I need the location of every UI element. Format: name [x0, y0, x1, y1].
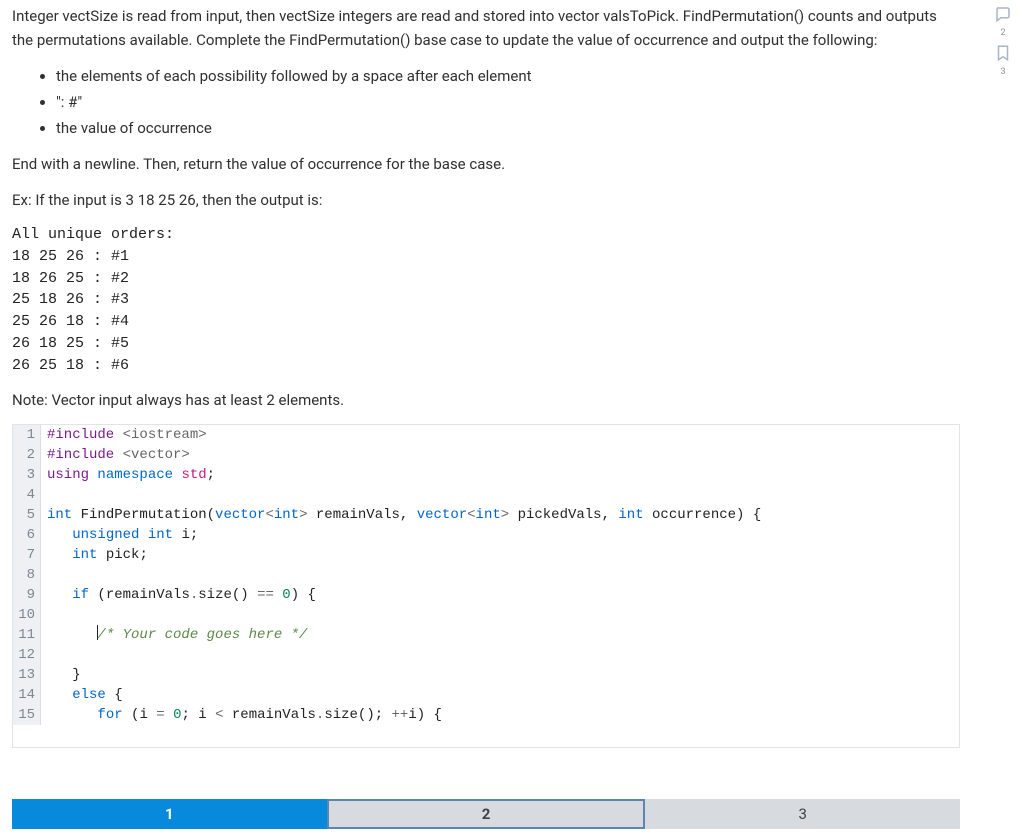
- code-line[interactable]: unsigned int i;: [41, 525, 959, 545]
- bullet-2: ": #": [56, 90, 960, 114]
- line-number: 3: [13, 465, 41, 485]
- pager: 1 2 3: [12, 799, 960, 829]
- code-line[interactable]: [41, 645, 959, 665]
- line-number: 10: [13, 605, 41, 625]
- code-line[interactable]: /* Your code goes here */: [41, 625, 959, 645]
- right-sidebar: 2 3: [992, 3, 1014, 77]
- line-number: 8: [13, 565, 41, 585]
- sidebar-label-3: 3: [1000, 68, 1005, 77]
- pager-step-3[interactable]: 3: [645, 799, 960, 829]
- pager-step-2[interactable]: 2: [327, 799, 646, 829]
- code-line[interactable]: [41, 485, 959, 505]
- line-number: 1: [13, 425, 41, 445]
- code-line[interactable]: using namespace std;: [41, 465, 959, 485]
- line-number: 14: [13, 685, 41, 705]
- code-line[interactable]: int pick;: [41, 545, 959, 565]
- pager-step-1[interactable]: 1: [12, 799, 327, 829]
- code-editor[interactable]: 1#include <iostream>2#include <vector>3u…: [12, 424, 960, 748]
- code-line[interactable]: #include <iostream>: [41, 425, 959, 445]
- line-number: 15: [13, 705, 41, 725]
- line-number: 6: [13, 525, 41, 545]
- sidebar-label-2: 2: [1000, 29, 1005, 38]
- problem-area: Integer vectSize is read from input, the…: [0, 0, 972, 748]
- problem-intro: Integer vectSize is read from input, the…: [12, 4, 960, 52]
- code-line[interactable]: if (remainVals.size() == 0) {: [41, 585, 959, 605]
- problem-end-line: End with a newline. Then, return the val…: [12, 152, 960, 176]
- line-number: 4: [13, 485, 41, 505]
- code-line[interactable]: [41, 605, 959, 625]
- bullet-1: the elements of each possibility followe…: [56, 64, 960, 88]
- example-output: All unique orders: 18 25 26 : #1 18 26 2…: [12, 224, 960, 376]
- code-line[interactable]: int FindPermutation(vector<int> remainVa…: [41, 505, 959, 525]
- code-line[interactable]: }: [41, 665, 959, 685]
- line-number: 13: [13, 665, 41, 685]
- code-line[interactable]: else {: [41, 685, 959, 705]
- example-prefix: Ex: If the input is 3 18 25 26, then the…: [12, 188, 960, 212]
- code-line[interactable]: #include <vector>: [41, 445, 959, 465]
- line-number: 7: [13, 545, 41, 565]
- line-number: 5: [13, 505, 41, 525]
- line-number: 2: [13, 445, 41, 465]
- code-line[interactable]: [41, 565, 959, 585]
- bullet-3: the value of occurrence: [56, 116, 960, 140]
- problem-bullets: the elements of each possibility followe…: [12, 64, 960, 140]
- problem-note: Note: Vector input always has at least 2…: [12, 388, 960, 412]
- line-number: 9: [13, 585, 41, 605]
- line-number: 12: [13, 645, 41, 665]
- line-number: 11: [13, 625, 41, 645]
- bookmark-icon[interactable]: [993, 42, 1013, 64]
- feedback-icon[interactable]: [993, 3, 1013, 25]
- code-line[interactable]: for (i = 0; i < remainVals.size(); ++i) …: [41, 705, 959, 725]
